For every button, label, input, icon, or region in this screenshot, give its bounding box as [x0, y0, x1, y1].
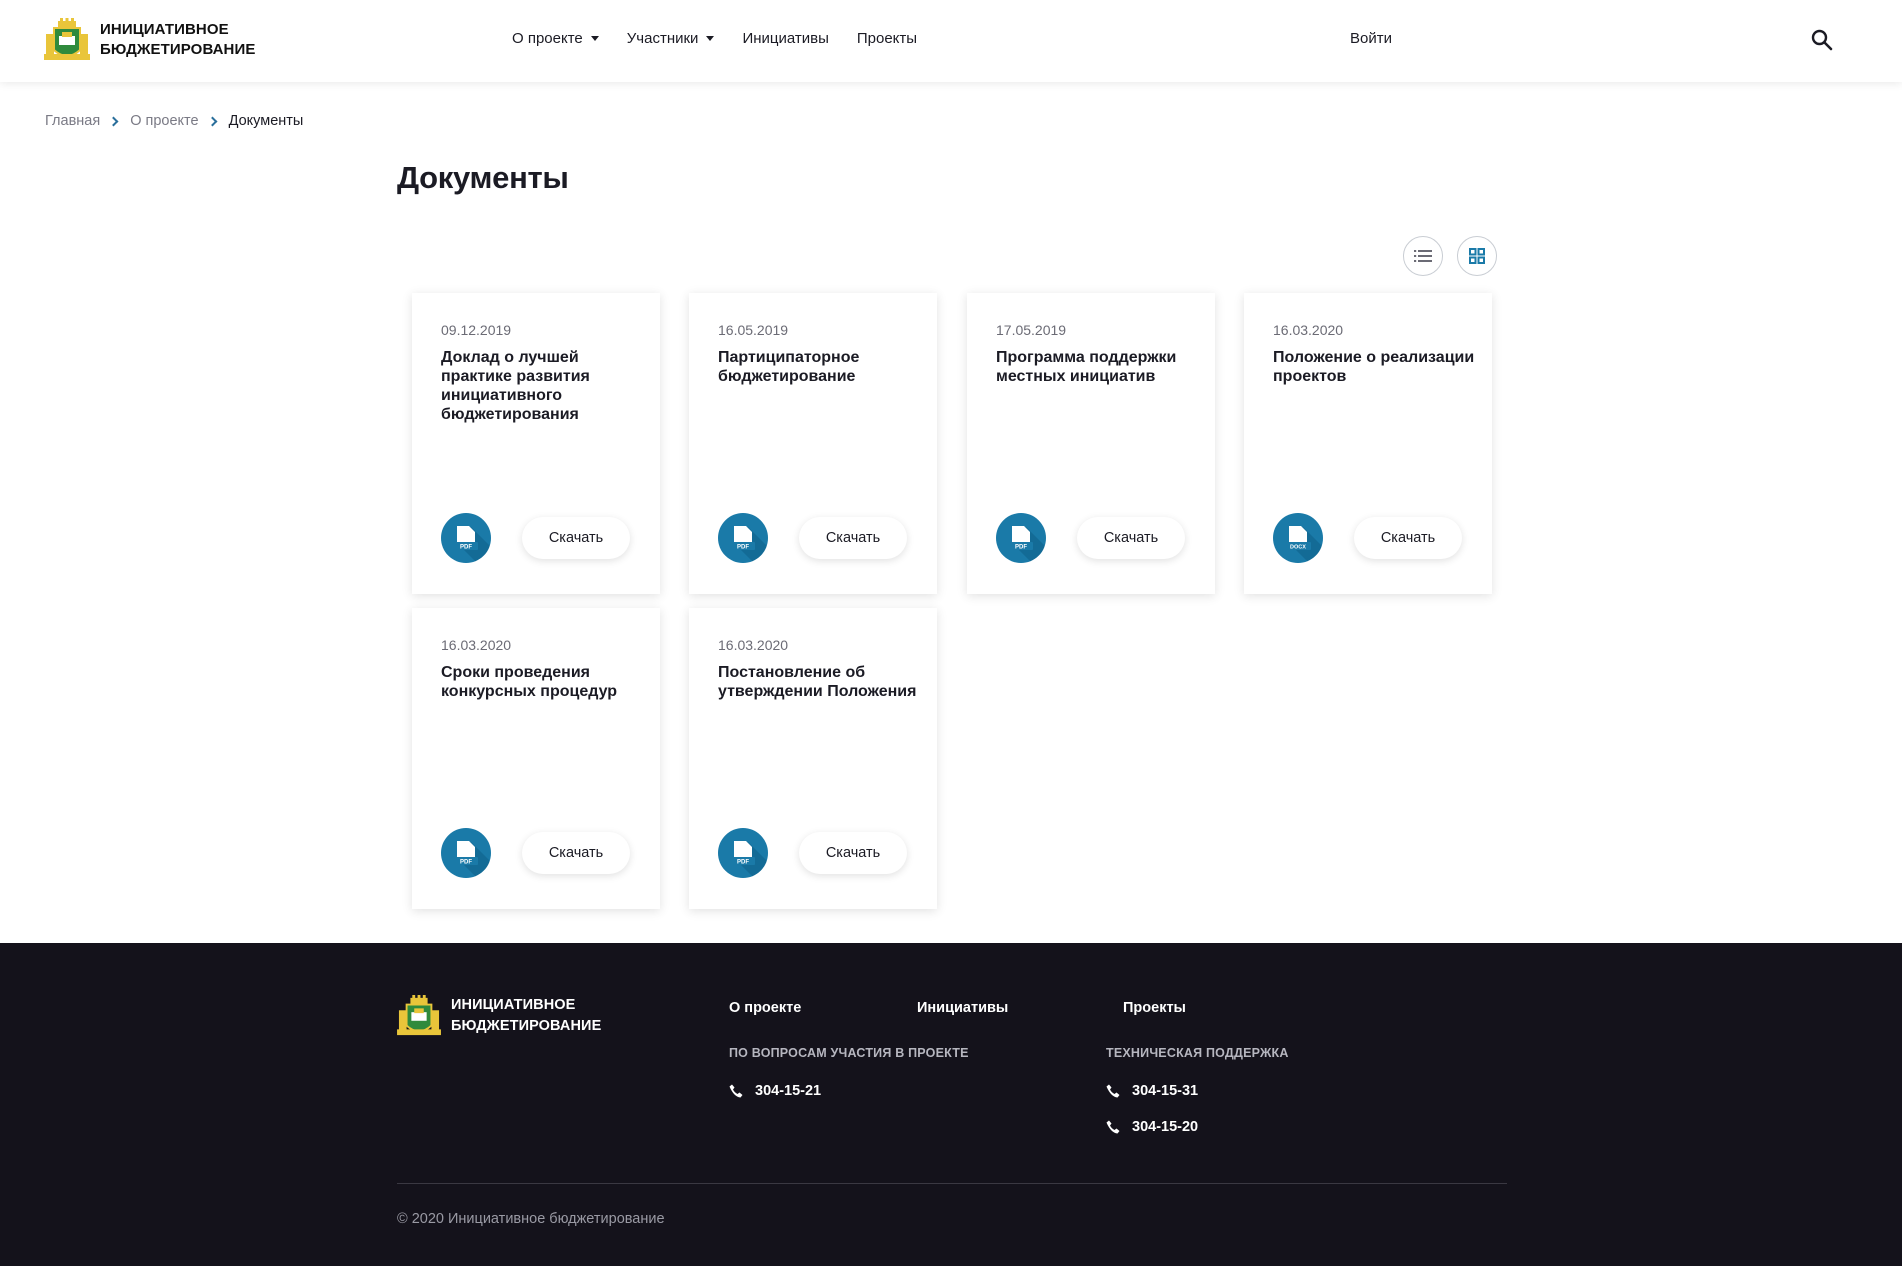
download-button[interactable]: Скачать: [522, 517, 630, 559]
pdf-file-icon: PDF: [441, 513, 491, 563]
document-title[interactable]: Сроки проведения конкурсных процедур: [441, 663, 646, 701]
document-card: 16.03.2020 Положение о реализации проект…: [1244, 293, 1492, 594]
support-phone[interactable]: 304-15-20: [1106, 1119, 1198, 1135]
participation-phone-number: 304-15-21: [755, 1083, 822, 1099]
nav-about[interactable]: О проекте: [512, 30, 599, 47]
file-type-label: PDF: [1015, 544, 1027, 550]
nav-about-label: О проекте: [512, 30, 583, 47]
pdf-file-icon: PDF: [441, 828, 491, 878]
breadcrumb: Главная О проекте Документы: [45, 113, 303, 129]
header-logo[interactable]: ИНИЦИАТИВНОЕ БЮДЖЕТИРОВАНИЕ: [44, 18, 255, 62]
chevron-right-icon: [108, 116, 119, 126]
logo-line-1: ИНИЦИАТИВНОЕ: [100, 21, 229, 38]
breadcrumb-about[interactable]: О проекте: [130, 113, 198, 129]
download-button[interactable]: Скачать: [1354, 517, 1462, 559]
nav-participants[interactable]: Участники: [627, 30, 715, 47]
chevron-down-icon: [706, 36, 715, 41]
nav-initiatives-label: Инициативы: [742, 30, 829, 47]
document-date: 09.12.2019: [441, 322, 512, 338]
participation-phone[interactable]: 304-15-21: [729, 1083, 821, 1099]
pdf-file-icon: PDF: [718, 513, 768, 563]
chevron-down-icon: [590, 36, 599, 41]
file-type-label: PDF: [460, 859, 472, 865]
document-card: 17.05.2019 Программа поддержки местных и…: [967, 293, 1215, 594]
download-button[interactable]: Скачать: [799, 832, 907, 874]
document-card: 16.05.2019 Партиципаторное бюджетировани…: [689, 293, 937, 594]
phone-icon: [729, 1084, 743, 1098]
support-phone[interactable]: 304-15-31: [1106, 1083, 1198, 1099]
footer-logo-text: ИНИЦИАТИВНОЕ БЮДЖЕТИРОВАНИЕ: [451, 995, 601, 1037]
grid-view-button[interactable]: [1457, 236, 1497, 276]
document-title[interactable]: Постановление об утверждении Положения: [718, 663, 923, 701]
footer-nav-initiatives[interactable]: Инициативы: [917, 1000, 1008, 1016]
breadcrumb-home[interactable]: Главная: [45, 113, 100, 129]
nav-projects[interactable]: Проекты: [857, 30, 917, 47]
footer-nav-about[interactable]: О проекте: [729, 1000, 801, 1016]
participation-heading: ПО ВОПРОСАМ УЧАСТИЯ В ПРОЕКТЕ: [729, 1046, 969, 1060]
document-title[interactable]: Доклад о лучшей практике развития инициа…: [441, 348, 646, 424]
footer-logo-line-2: БЮДЖЕТИРОВАНИЕ: [451, 1018, 602, 1034]
footer-logo[interactable]: ИНИЦИАТИВНОЕ БЮДЖЕТИРОВАНИЕ: [397, 995, 601, 1037]
login-link[interactable]: Войти: [1350, 30, 1392, 47]
list-icon: [1414, 250, 1432, 262]
logo-text: ИНИЦИАТИВНОЕ БЮДЖЕТИРОВАНИЕ: [100, 20, 255, 60]
search-button[interactable]: [1810, 28, 1834, 52]
download-button[interactable]: Скачать: [799, 517, 907, 559]
support-phone-number: 304-15-31: [1132, 1083, 1199, 1099]
pdf-file-icon: PDF: [996, 513, 1046, 563]
phone-icon: [1106, 1084, 1120, 1098]
site-footer: ИНИЦИАТИВНОЕ БЮДЖЕТИРОВАНИЕ О проекте Ин…: [0, 943, 1902, 1266]
nav-participants-label: Участники: [626, 30, 699, 47]
logo-line-2: БЮДЖЕТИРОВАНИЕ: [100, 41, 256, 58]
search-icon: [1811, 29, 1833, 51]
footer-nav-projects[interactable]: Проекты: [1123, 1000, 1186, 1016]
city-crest-icon: [44, 18, 90, 60]
copyright: © 2020 Инициативное бюджетирование: [397, 1211, 665, 1227]
download-button[interactable]: Скачать: [1077, 517, 1185, 559]
file-type-label: PDF: [737, 859, 749, 865]
support-heading: ТЕХНИЧЕСКАЯ ПОДДЕРЖКА: [1106, 1046, 1289, 1060]
file-type-label: PDF: [737, 544, 749, 550]
document-title[interactable]: Партиципаторное бюджетирование: [718, 348, 923, 386]
download-button[interactable]: Скачать: [522, 832, 630, 874]
document-title[interactable]: Программа поддержки местных инициатив: [996, 348, 1201, 386]
file-type-label: PDF: [460, 544, 472, 550]
site-header: ИНИЦИАТИВНОЕ БЮДЖЕТИРОВАНИЕ О проекте Уч…: [0, 0, 1902, 82]
support-phone-number: 304-15-20: [1132, 1119, 1199, 1135]
list-view-button[interactable]: [1403, 236, 1443, 276]
document-card: 16.03.2020 Сроки проведения конкурсных п…: [412, 608, 660, 909]
grid-icon: [1469, 248, 1485, 264]
document-date: 16.03.2020: [718, 637, 789, 653]
file-type-label: DOCX: [1290, 544, 1306, 550]
document-date: 16.03.2020: [441, 637, 512, 653]
main-nav: О проекте Участники Инициативы Проекты: [512, 30, 945, 47]
footer-divider: [397, 1183, 1507, 1184]
document-card: 09.12.2019 Доклад о лучшей практике разв…: [412, 293, 660, 594]
pdf-file-icon: PDF: [718, 828, 768, 878]
document-card: 16.03.2020 Постановление об утверждении …: [689, 608, 937, 909]
city-crest-icon: [397, 995, 441, 1036]
breadcrumb-current: Документы: [228, 113, 304, 129]
document-date: 16.03.2020: [1273, 322, 1344, 338]
document-date: 17.05.2019: [996, 322, 1067, 338]
chevron-right-icon: [207, 116, 218, 126]
nav-initiatives[interactable]: Инициативы: [742, 30, 828, 47]
page-title: Документы: [397, 160, 569, 195]
phone-icon: [1106, 1120, 1120, 1134]
document-date: 16.05.2019: [718, 322, 789, 338]
nav-projects-label: Проекты: [856, 30, 918, 47]
footer-logo-line-1: ИНИЦИАТИВНОЕ: [451, 997, 576, 1013]
document-title[interactable]: Положение о реализации проектов: [1273, 348, 1478, 386]
docx-file-icon: DOCX: [1273, 513, 1323, 563]
